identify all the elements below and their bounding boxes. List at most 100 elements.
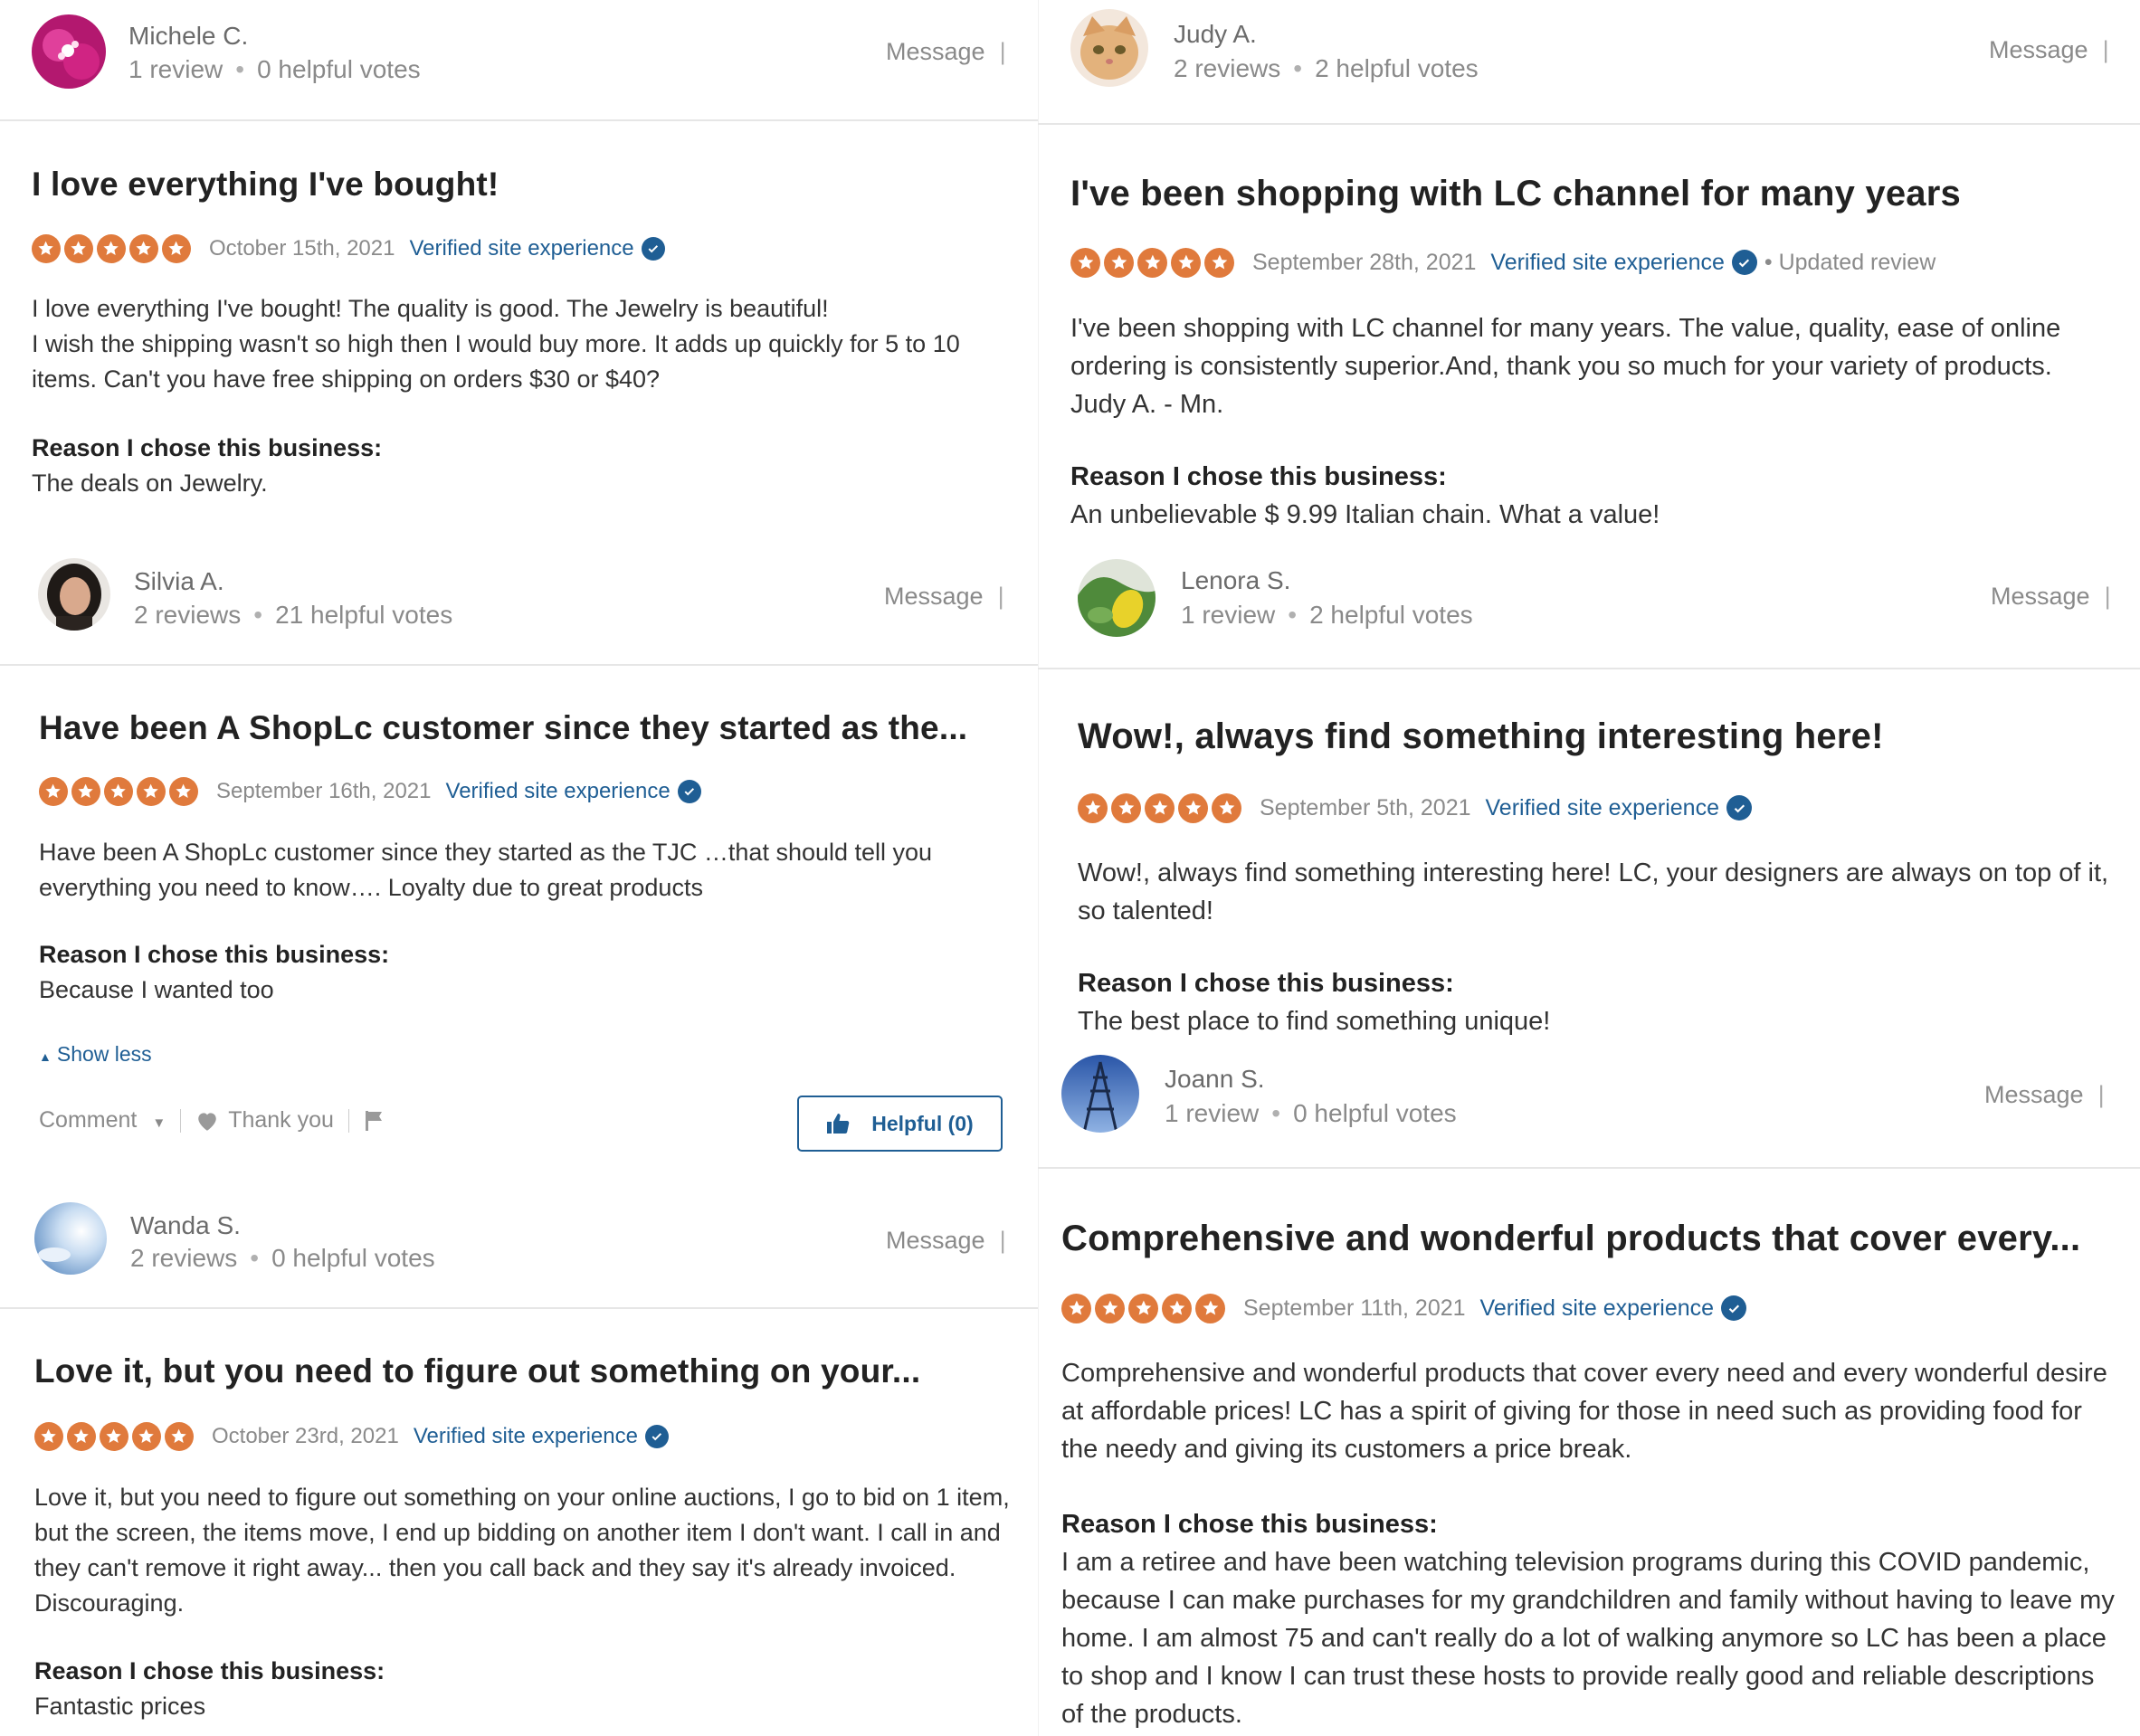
star-icon	[39, 777, 68, 806]
review-body: Comprehensive and wonderful products tha…	[1061, 1359, 2107, 1464]
star-icon	[34, 1422, 63, 1451]
message-button[interactable]: Message |	[1991, 583, 2111, 611]
verified-check-icon	[644, 1425, 669, 1448]
helpful-vote-count: 21 helpful votes	[275, 601, 453, 629]
star-icon	[1095, 1293, 1125, 1323]
review-date: September 5th, 2021	[1260, 794, 1471, 821]
review-meta: October 23rd, 2021 Verified site experie…	[34, 1421, 669, 1452]
reviewer-stats: 2 reviews • 2 helpful votes	[1174, 54, 1479, 82]
star-icon	[71, 777, 100, 806]
review-body: I've been shopping with LC channel for m…	[1070, 314, 2061, 419]
avatar[interactable]	[1078, 559, 1156, 637]
star-icon	[1162, 1293, 1192, 1323]
thumbs-up-icon	[826, 1113, 850, 1134]
star-icon	[97, 234, 126, 263]
helpful-vote-count: 0 helpful votes	[257, 55, 421, 83]
message-button[interactable]: Message |	[884, 583, 1004, 611]
star-rating	[1070, 247, 1234, 278]
message-button[interactable]: Message |	[886, 1227, 1006, 1255]
star-icon	[100, 1422, 128, 1451]
star-icon	[1178, 792, 1208, 823]
reviewer-stats: 2 reviews • 21 helpful votes	[134, 601, 453, 629]
message-button[interactable]: Message |	[886, 38, 1006, 66]
avatar[interactable]	[32, 14, 106, 89]
divider	[1038, 123, 2140, 125]
divider	[0, 119, 1038, 121]
review-count: 2 reviews	[130, 1244, 238, 1272]
verified-badge[interactable]: Verified site experience	[1480, 1295, 1747, 1322]
reviewer-name[interactable]: Silvia A.	[134, 567, 224, 596]
caret-down-icon: ▼	[152, 1115, 166, 1131]
star-rating	[34, 1422, 194, 1451]
reviewer-name[interactable]: Judy A.	[1174, 20, 1257, 49]
review-meta: September 28th, 2021 Verified site exper…	[1070, 246, 1936, 279]
helpful-vote-count: 0 helpful votes	[271, 1244, 435, 1272]
helpful-button[interactable]: Helpful (0)	[797, 1096, 1003, 1152]
verified-badge[interactable]: Verified site experience	[1490, 250, 1757, 276]
avatar[interactable]	[34, 1202, 107, 1275]
reviewer-name[interactable]: Michele C.	[128, 22, 248, 51]
avatar[interactable]	[38, 558, 110, 631]
verified-badge[interactable]: Verified site experience	[409, 236, 665, 261]
star-icon	[137, 777, 166, 806]
star-icon	[162, 234, 191, 263]
divider	[0, 1307, 1038, 1309]
verified-badge[interactable]: Verified site experience	[414, 1424, 669, 1449]
review-date: September 28th, 2021	[1252, 249, 1477, 275]
reason-heading: Reason I chose this business:	[34, 1657, 385, 1684]
message-button[interactable]: Message |	[1989, 36, 2109, 64]
reason-text: An unbelievable $ 9.99 Italian chain. Wh…	[1070, 500, 1660, 529]
reviewer-name[interactable]: Joann S.	[1165, 1065, 1265, 1094]
reviewer-name[interactable]: Wanda S.	[130, 1211, 241, 1240]
review-body: Wow!, always find something interesting …	[1078, 859, 2109, 925]
verified-check-icon	[641, 237, 665, 261]
star-icon	[104, 777, 133, 806]
star-icon	[1070, 247, 1100, 278]
star-icon	[32, 234, 61, 263]
reason-text: Because I wanted too	[39, 976, 274, 1003]
star-icon	[169, 777, 198, 806]
avatar[interactable]	[1070, 9, 1148, 87]
comment-button[interactable]: Comment ▼	[39, 1107, 166, 1134]
star-rating	[1061, 1293, 1225, 1323]
caret-up-icon: ▲	[39, 1049, 52, 1064]
separator	[180, 1108, 182, 1133]
star-icon	[132, 1422, 161, 1451]
reason-heading: Reason I chose this business:	[1061, 1510, 1438, 1539]
star-icon	[1078, 792, 1108, 823]
reason-heading: Reason I chose this business:	[32, 434, 383, 461]
verified-badge[interactable]: Verified site experience	[1486, 795, 1752, 821]
review-title: Wow!, always find something interesting …	[1078, 716, 1884, 756]
review-actions: Comment ▼ Thank you	[39, 1107, 384, 1134]
star-icon	[1137, 247, 1167, 278]
helpful-vote-count: 0 helpful votes	[1293, 1099, 1457, 1127]
show-less-link[interactable]: ▲ Show less	[39, 1042, 152, 1067]
right-review-column: Judy A. 2 reviews • 2 helpful votes Messag…	[1038, 0, 2140, 1736]
star-rating	[39, 777, 198, 806]
thank-you-button[interactable]: Thank you	[195, 1107, 334, 1134]
verified-check-icon	[677, 780, 701, 803]
helpful-vote-count: 2 helpful votes	[1309, 601, 1473, 629]
star-rating	[1078, 792, 1241, 823]
review-count: 1 review	[1165, 1099, 1260, 1127]
divider	[1038, 1167, 2140, 1169]
reason-heading: Reason I chose this business:	[1078, 969, 1454, 998]
review-title: Have been A ShopLc customer since they s…	[39, 709, 968, 746]
flag-icon[interactable]	[364, 1109, 384, 1133]
divider	[1038, 668, 2140, 669]
review-meta: September 5th, 2021 Verified site experi…	[1078, 792, 1752, 824]
verified-check-icon	[1721, 1295, 1747, 1321]
avatar[interactable]	[1061, 1055, 1139, 1133]
star-icon	[165, 1422, 194, 1451]
helpful-vote-count: 2 helpful votes	[1315, 54, 1479, 82]
star-icon	[67, 1422, 96, 1451]
reviewer-stats: 1 review • 0 helpful votes	[128, 55, 421, 83]
verified-badge[interactable]: Verified site experience	[446, 779, 701, 804]
message-button[interactable]: Message |	[1984, 1081, 2105, 1109]
star-icon	[1145, 792, 1175, 823]
reviewer-name[interactable]: Lenora S.	[1181, 566, 1290, 595]
review-body: Have been A ShopLc customer since they s…	[39, 839, 933, 901]
review-title: Comprehensive and wonderful products tha…	[1061, 1219, 2081, 1258]
review-date: September 16th, 2021	[216, 779, 432, 803]
reviewer-stats: 2 reviews • 0 helpful votes	[130, 1244, 435, 1272]
